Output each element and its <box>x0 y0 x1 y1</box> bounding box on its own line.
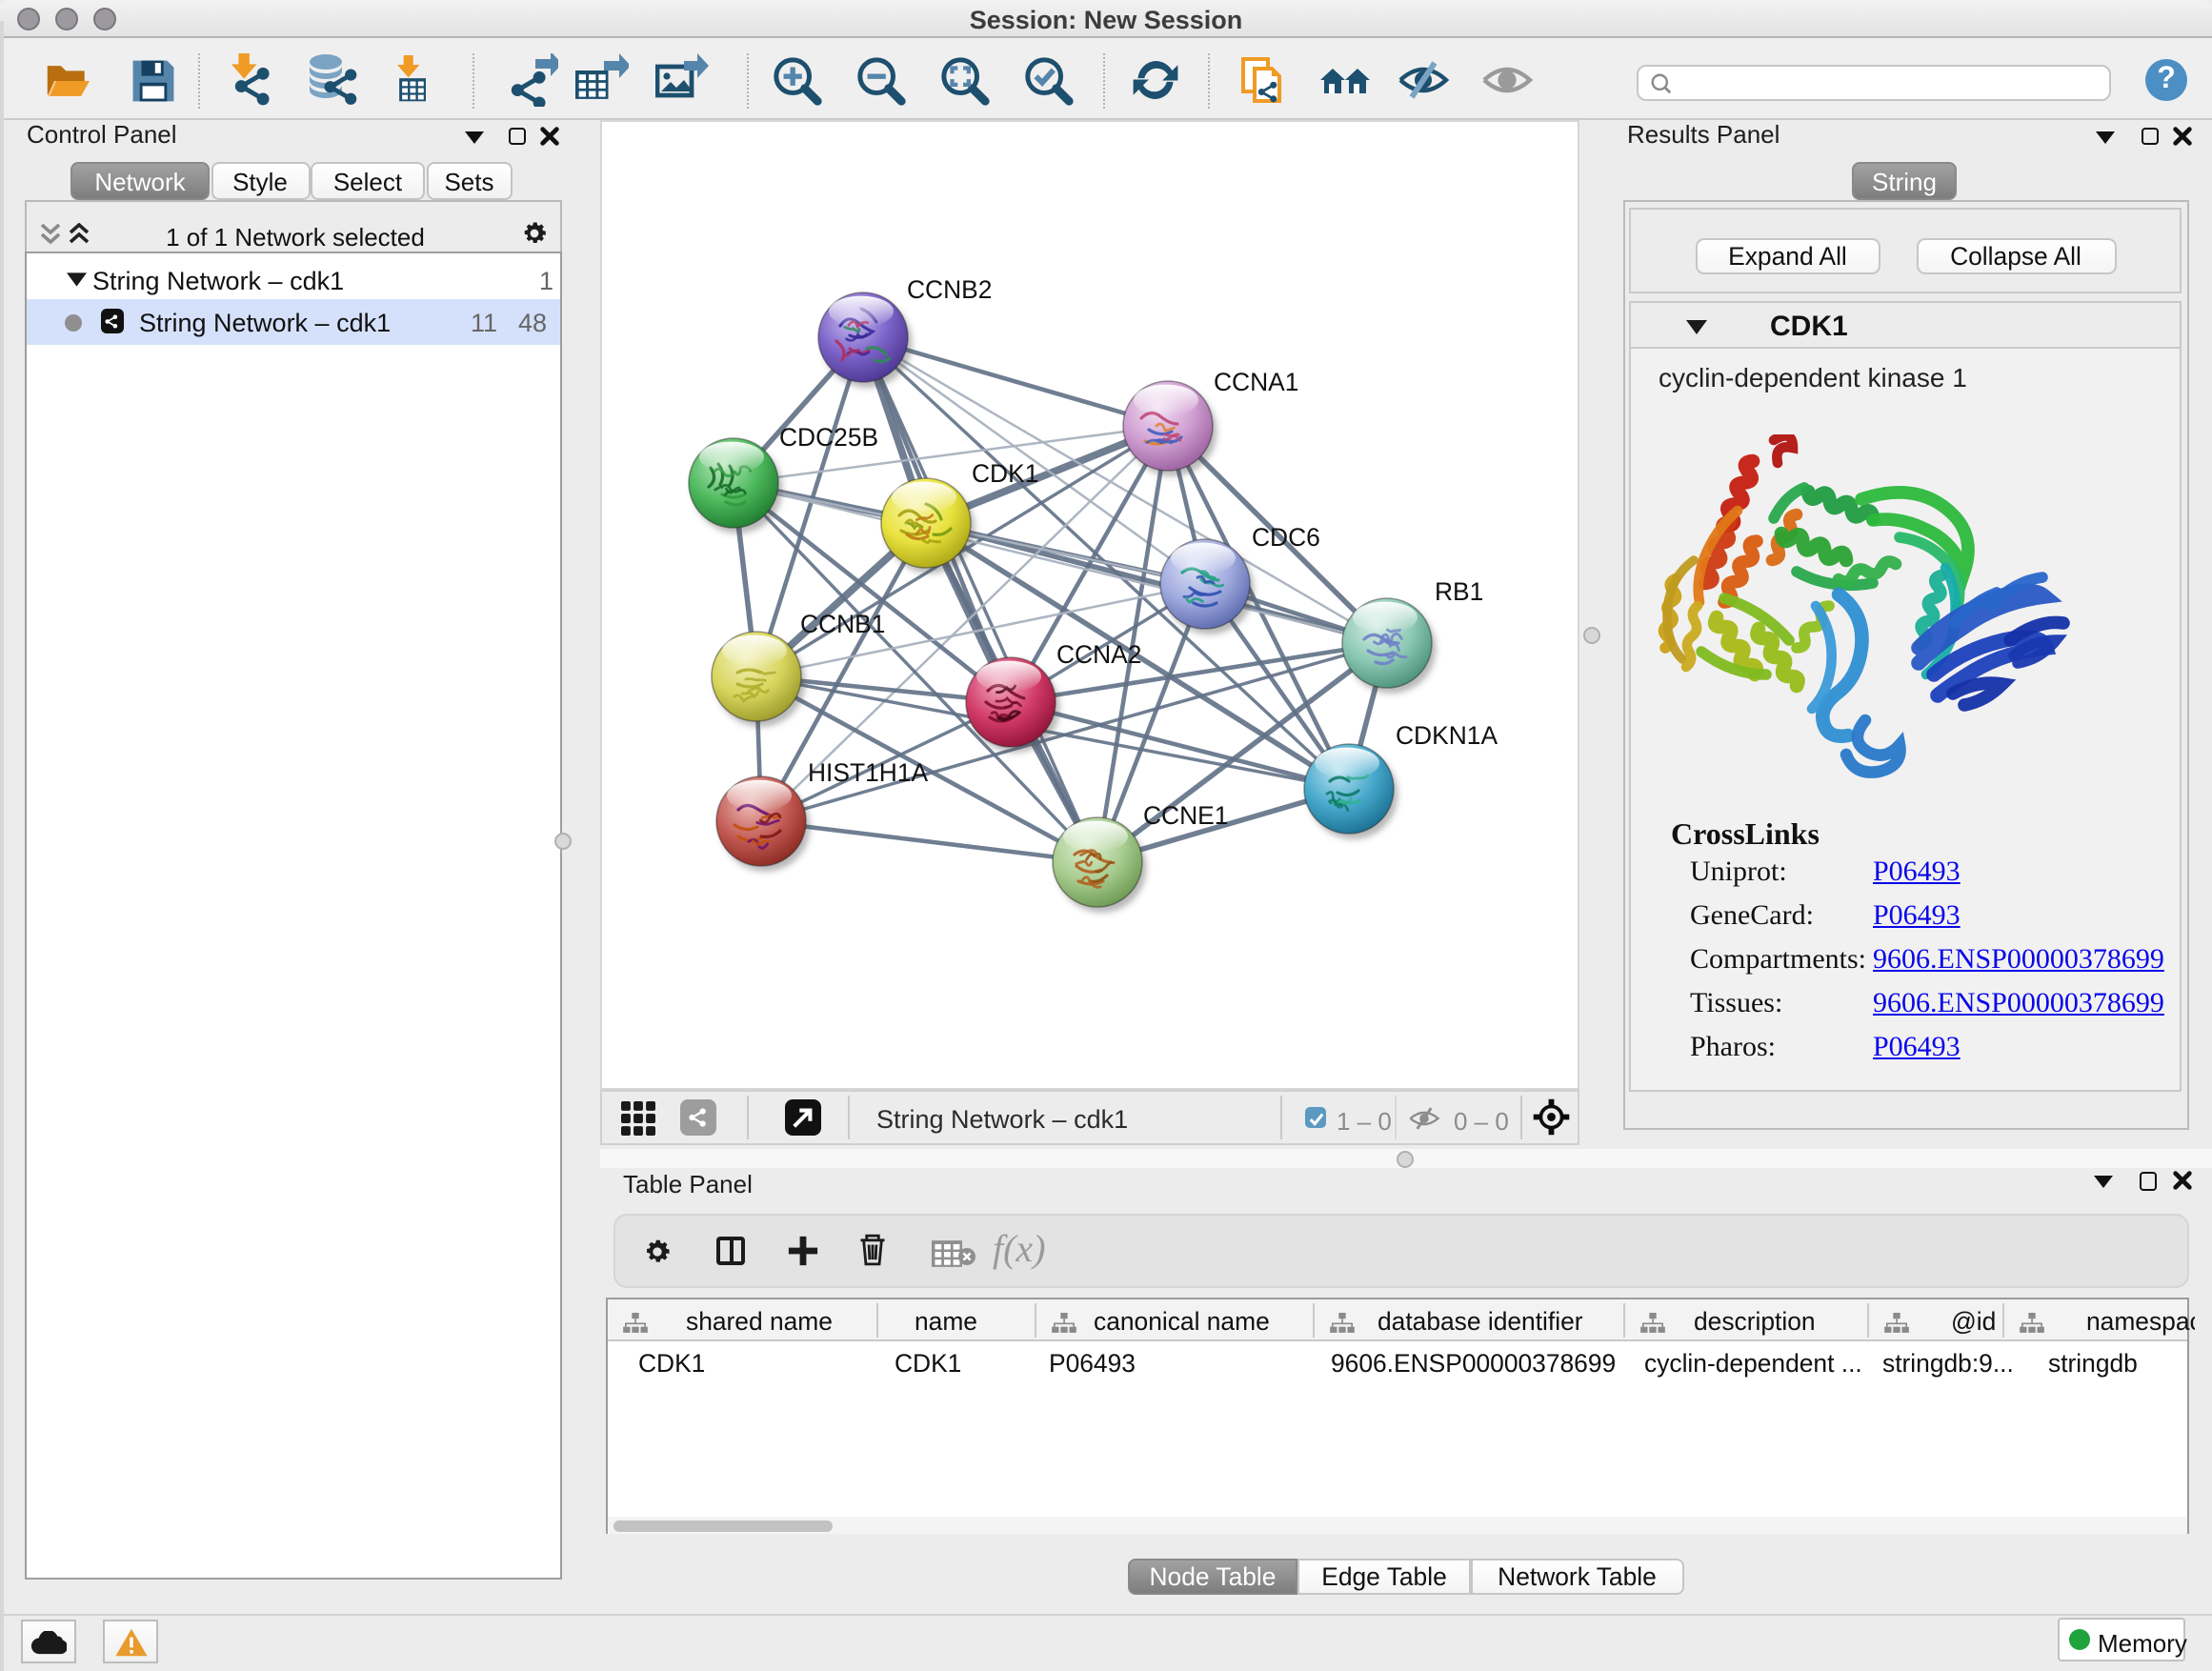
svg-text:CCNA1: CCNA1 <box>1214 367 1298 395</box>
svg-text:CDK1: CDK1 <box>972 458 1038 487</box>
svg-text:CCNE1: CCNE1 <box>1143 800 1228 829</box>
svg-text:CCNB2: CCNB2 <box>907 274 992 303</box>
svg-text:CDC6: CDC6 <box>1252 522 1320 551</box>
svg-text:HIST1H1A: HIST1H1A <box>808 757 929 786</box>
svg-text:CCNA2: CCNA2 <box>1056 639 1141 668</box>
svg-text:CCNB1: CCNB1 <box>800 609 885 637</box>
svg-text:CDKN1A: CDKN1A <box>1396 720 1498 749</box>
svg-text:RB1: RB1 <box>1435 576 1483 605</box>
svg-text:CDC25B: CDC25B <box>779 422 878 451</box>
